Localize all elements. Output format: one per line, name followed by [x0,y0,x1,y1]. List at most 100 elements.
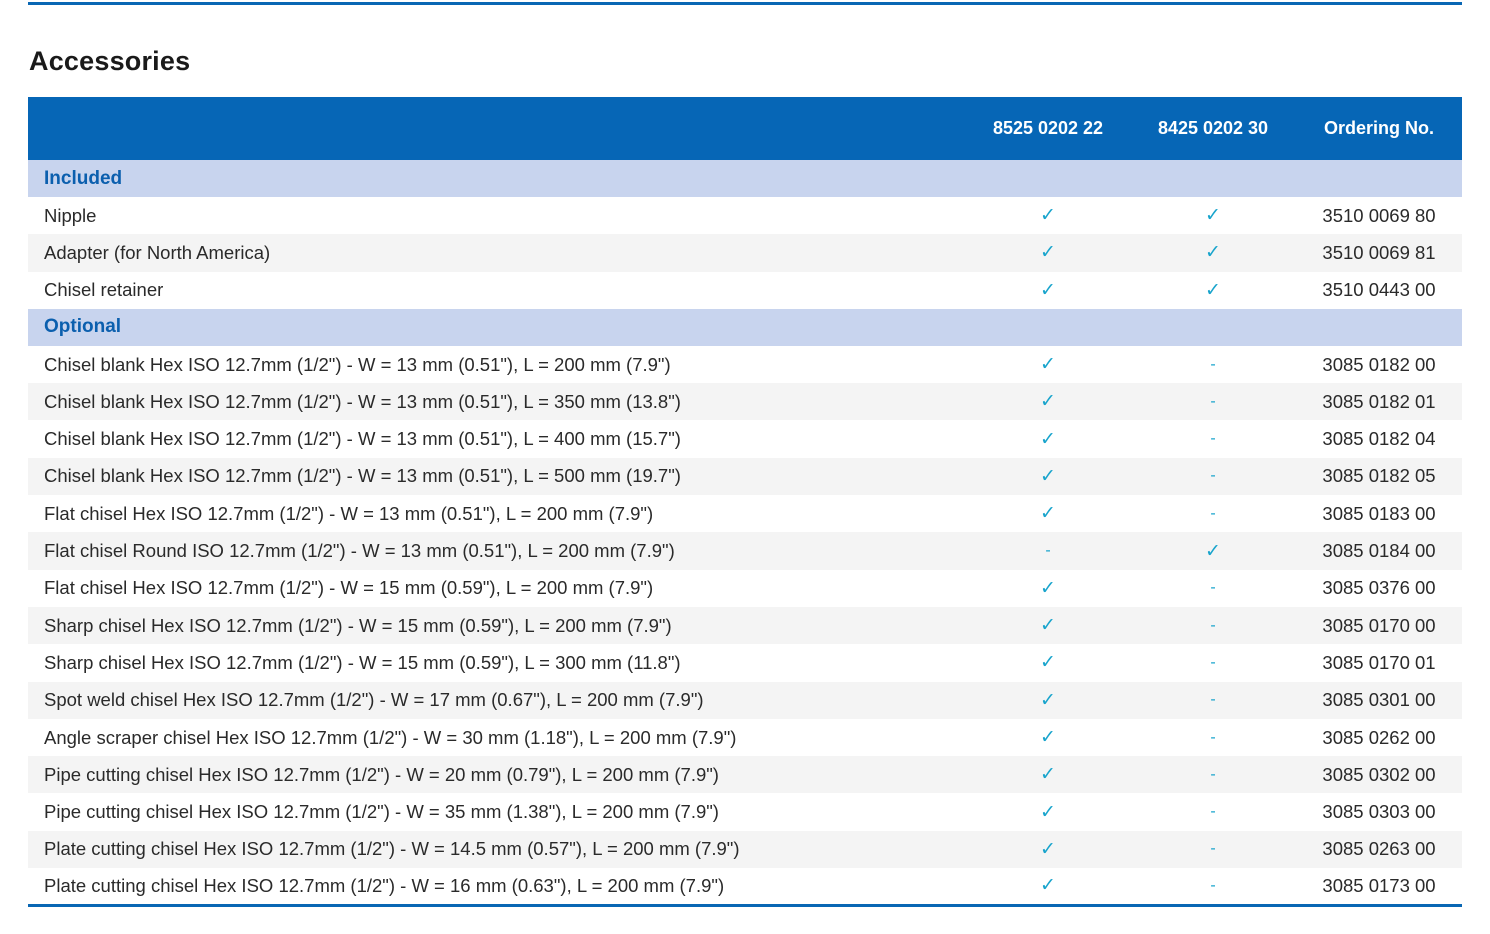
ordering-number: 3085 0262 00 [1322,726,1436,748]
item-description: Chisel blank Hex ISO 12.7mm (1/2") - W =… [44,390,681,412]
column-header-description [28,97,966,160]
ordering-number: 3085 0173 00 [1322,874,1436,896]
model-a-availability: ✓ [1040,354,1056,376]
model-a-availability: ✓ [1040,689,1056,711]
table-row: Pipe cutting chisel Hex ISO 12.7mm (1/2"… [28,756,1462,794]
table-row: Pipe cutting chisel Hex ISO 12.7mm (1/2"… [28,793,1462,831]
ordering-number: 3085 0170 00 [1322,614,1436,636]
item-description: Spot weld chisel Hex ISO 12.7mm (1/2") -… [44,689,704,711]
page-title: Accessories [29,46,191,76]
item-description: Pipe cutting chisel Hex ISO 12.7mm (1/2"… [44,801,719,823]
table-row: Flat chisel Hex ISO 12.7mm (1/2") - W = … [28,569,1462,607]
model-a-availability: ✓ [1040,652,1056,674]
table-row: Nipple ✓ ✓ 3510 0069 80 [28,197,1462,235]
model-b-availability: - [1210,467,1216,485]
model-b-availability: - [1210,840,1216,858]
item-description: Pipe cutting chisel Hex ISO 12.7mm (1/2"… [44,763,719,785]
table-row: Spot weld chisel Hex ISO 12.7mm (1/2") -… [28,681,1462,719]
model-a-availability: ✓ [1040,801,1056,823]
table-header-row: 8525 0202 22 8425 0202 30 Ordering No. [28,97,1462,160]
item-description: Flat chisel Hex ISO 12.7mm (1/2") - W = … [44,502,654,524]
model-b-availability: ✓ [1205,540,1221,562]
ordering-number: 3085 0183 00 [1322,502,1436,524]
ordering-number: 3085 0170 01 [1322,651,1436,673]
model-a-availability: ✓ [1040,279,1056,301]
ordering-number: 3510 0443 00 [1322,279,1436,301]
table-body: Included Nipple ✓ ✓ 3510 0069 80 Adapter (for… [28,160,1462,906]
table-row: Sharp chisel Hex ISO 12.7mm (1/2") - W =… [28,644,1462,682]
column-header-model-a: 8525 0202 22 [992,118,1104,138]
model-b-availability: - [1210,728,1216,746]
model-a-availability: ✓ [1040,205,1056,227]
model-b-availability: - [1210,653,1216,671]
table-row: Chisel blank Hex ISO 12.7mm (1/2") - W =… [28,420,1462,458]
model-b-availability: - [1210,579,1216,597]
item-description: Nipple [44,204,97,226]
table-row: Chisel retainer ✓ ✓ 3510 0443 00 [28,271,1462,309]
item-description: Chisel blank Hex ISO 12.7mm (1/2") - W =… [44,465,681,487]
model-b-availability: - [1210,392,1216,410]
table-row: Chisel blank Hex ISO 12.7mm (1/2") - W =… [28,345,1462,384]
model-a-availability: ✓ [1040,465,1056,487]
model-b-availability: - [1210,504,1216,522]
item-description: Plate cutting chisel Hex ISO 12.7mm (1/2… [44,838,740,860]
model-a-availability: ✓ [1040,391,1056,413]
item-description: Chisel blank Hex ISO 12.7mm (1/2") - W =… [44,353,671,375]
model-a-availability: ✓ [1040,615,1056,637]
section-label: Optional [44,316,122,338]
model-a-availability: ✓ [1040,428,1056,450]
item-description: Adapter (for North America) [44,241,271,263]
table-row: Adapter (for North America) ✓ ✓ 3510 0069 8… [28,234,1462,272]
item-description: Angle scraper chisel Hex ISO 12.7mm (1/2… [44,726,737,748]
ordering-number: 3085 0182 05 [1322,465,1436,487]
model-a-availability: ✓ [1040,838,1056,860]
column-header-model-b: 8425 0202 30 [1157,118,1269,138]
model-b-availability: - [1210,803,1216,821]
model-a-availability: ✓ [1040,503,1056,525]
model-a-availability: ✓ [1040,242,1056,264]
accessories-table: 8525 0202 22 8425 0202 30 Ordering No. I… [28,97,1462,907]
table-row: Angle scraper chisel Hex ISO 12.7mm (1/2… [28,718,1462,757]
table-row: Sharp chisel Hex ISO 12.7mm (1/2") - W =… [28,606,1462,645]
ordering-number: 3085 0263 00 [1322,838,1436,860]
model-b-availability: - [1210,355,1216,373]
item-description: Sharp chisel Hex ISO 12.7mm (1/2") - W =… [44,614,672,636]
model-b-availability: - [1210,876,1216,894]
table-row: Chisel blank Hex ISO 12.7mm (1/2") - W =… [28,457,1462,496]
item-description: Plate cutting chisel Hex ISO 12.7mm (1/2… [44,874,725,896]
item-description: Flat chisel Round ISO 12.7mm (1/2") - W … [44,540,675,562]
item-description: Sharp chisel Hex ISO 12.7mm (1/2") - W =… [44,651,681,673]
model-b-availability: - [1210,691,1216,709]
table-row: Flat chisel Hex ISO 12.7mm (1/2") - W = … [28,495,1462,533]
model-a-availability: ✓ [1040,875,1056,897]
ordering-number: 3085 0182 01 [1322,390,1436,412]
model-b-availability: ✓ [1205,242,1221,264]
section-row-included: Included [28,160,1462,197]
table-row: Flat chisel Round ISO 12.7mm (1/2") - W … [28,532,1462,570]
item-description: Chisel retainer [44,279,164,301]
table-row: Plate cutting chisel Hex ISO 12.7mm (1/2… [28,830,1462,869]
table-row: Chisel blank Hex ISO 12.7mm (1/2") - W =… [28,383,1462,421]
ordering-number: 3085 0302 00 [1322,763,1436,785]
model-a-availability: ✓ [1040,727,1056,748]
top-divider [28,2,1462,5]
model-b-availability: - [1210,765,1216,783]
ordering-number: 3085 0376 00 [1322,577,1436,599]
column-header-ordering-no: Ordering No. [1323,118,1434,138]
section-row-optional: Optional [28,308,1462,346]
ordering-number: 3085 0301 00 [1322,689,1436,711]
ordering-number: 3085 0184 00 [1322,540,1436,562]
section-label: Included [44,167,123,189]
model-b-availability: - [1210,430,1216,448]
model-b-availability: ✓ [1205,279,1221,301]
model-a-availability: - [1045,542,1051,560]
item-description: Flat chisel Hex ISO 12.7mm (1/2") - W = … [44,577,654,599]
ordering-number: 3085 0182 04 [1322,428,1436,450]
ordering-number: 3085 0182 00 [1322,353,1436,375]
item-description: Chisel blank Hex ISO 12.7mm (1/2") - W =… [44,428,681,450]
model-a-availability: ✓ [1040,577,1056,599]
model-a-availability: ✓ [1040,764,1056,786]
ordering-number: 3085 0303 00 [1322,801,1436,823]
ordering-number: 3510 0069 80 [1322,204,1436,226]
ordering-number: 3510 0069 81 [1322,241,1436,263]
